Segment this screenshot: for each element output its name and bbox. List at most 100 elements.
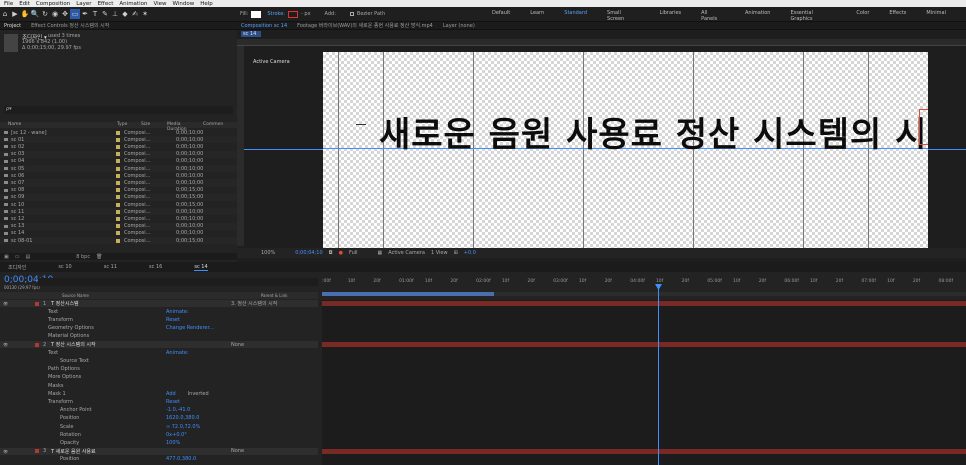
property-value[interactable]: Animate: [166,309,189,315]
property-value[interactable]: Change Renderer... [166,325,214,331]
view-dropdown[interactable]: 1 View [431,250,448,256]
list-item[interactable]: sc 02 Composi... 0;00;10;00 [0,143,237,150]
list-item[interactable]: sc 08-01 Composi... 0;00;15;00 [0,237,237,245]
property-name[interactable]: Text [48,309,166,315]
label-swatch[interactable] [116,152,120,157]
menu-item-layer[interactable]: Layer [76,1,91,7]
parent-dropdown[interactable]: None [231,342,244,348]
menu-item-window[interactable]: Window [173,1,195,7]
type-tool-icon[interactable]: T [90,9,100,19]
pan-tool-icon[interactable]: ✥ [60,9,70,19]
list-item[interactable]: [sc 12 - wane] Composi... 0;00;10;00 [0,129,237,136]
menu-item-help[interactable]: Help [200,1,213,7]
property-name[interactable]: More Options [48,374,166,380]
property-name[interactable]: Masks [48,383,166,389]
tab-effect-controls[interactable]: Effect Controls 정산 시스템의 시작 [31,22,109,29]
list-item[interactable]: sc 12 Composi... 0;00;10;00 [0,215,237,222]
workspace-default[interactable]: Default [492,10,510,22]
label-swatch[interactable] [116,224,120,229]
property-row[interactable]: Text Animate: [0,308,318,315]
menu-item-file[interactable]: File [4,1,13,7]
new-folder-icon[interactable]: ▭ [15,254,20,260]
property-value[interactable]: Add [166,391,176,397]
visibility-icon[interactable]: 👁 [3,449,11,454]
snapshot-icon[interactable]: ◘ [329,250,333,256]
label-swatch[interactable] [116,188,120,193]
label-swatch[interactable] [116,144,120,149]
property-name[interactable]: Text [48,350,166,356]
project-col-2[interactable]: Size [141,122,163,128]
layer-bar[interactable] [322,301,966,306]
label-swatch[interactable] [116,231,120,236]
workspace-effects[interactable]: Effects [889,10,906,22]
label-swatch[interactable] [116,173,120,178]
property-value[interactable]: 1620.0,380.0 [166,415,199,421]
label-swatch[interactable] [116,180,120,185]
workspace-libraries[interactable]: Libraries [660,10,682,22]
parent-dropdown[interactable]: None [231,448,244,454]
property-row[interactable]: Scale ∞ 72.0,72.0% [0,423,318,430]
property-row[interactable]: Position 477.0,380.0 [0,456,318,463]
property-row[interactable]: Transform Reset [0,398,318,405]
label-swatch[interactable] [116,166,120,171]
layer-name[interactable]: T 새로운 음원 사용료 [51,448,231,455]
property-value[interactable]: ∞ 72.0,72.0% [166,424,200,430]
property-name[interactable]: Source Text [60,358,166,364]
layer-row[interactable]: 👁 2 T 정산 시스템의 시작 None [0,341,318,349]
time-ruler[interactable]: :00f 10f 20f 01:00f 10f 20f 02:00f 10f 20f 03:00f… [322,279,966,291]
label-swatch[interactable] [116,209,120,214]
camera-tool-icon[interactable]: ◉ [50,9,60,19]
property-row[interactable]: Path Options [0,366,318,373]
comp-canvas[interactable]: 새로운 음원 사용료 정산 시스템의 시작 [323,52,928,248]
tab-footage[interactable]: Footage 버라이브(WAV)의 새로운 종현 사용료 정산 방식.mp4 [297,22,433,29]
timeline-tracks[interactable] [322,300,966,465]
project-col-4[interactable]: Commen [203,122,223,128]
property-row[interactable]: Source Text [0,357,318,364]
layer-name[interactable]: T 정산시스템 [51,300,231,307]
property-name[interactable]: Opacity [60,440,166,446]
label-swatch[interactable] [116,202,120,207]
layer-row[interactable]: 👁 3 T 새로운 음원 사용료 None [0,447,318,455]
property-name[interactable]: Position [60,456,166,462]
list-item[interactable]: sc 09 Composi... 0;00;15;00 [0,193,237,201]
menu-item-effect[interactable]: Effect [98,1,114,7]
label-swatch[interactable] [116,159,120,164]
list-item[interactable]: sc 07 Composi... 0;00;10;00 [0,179,237,187]
property-name[interactable]: Geometry Options [48,325,166,331]
layer-bar[interactable] [322,342,966,347]
label-swatch[interactable] [116,238,120,243]
label-swatch[interactable] [35,342,39,347]
brush-tool-icon[interactable]: ✎ [100,9,110,19]
layer-row[interactable]: 👁 1 T 정산시스템 3. 정산 시스템의 시작 [0,300,318,308]
workspace-essential-graphics[interactable]: Essential Graphics [790,10,836,22]
layer-bar[interactable] [322,448,966,454]
workspace-learn[interactable]: Learn [530,10,544,22]
list-item[interactable]: sc 06 Composi... 0;00;10;00 [0,172,237,179]
roto-tool-icon[interactable]: ✍ [130,9,140,19]
region-icon[interactable]: ▦ [378,250,383,256]
property-extra[interactable]: Inverted [188,391,209,397]
rotate-tool-icon[interactable]: ↻ [40,9,50,19]
parent-dropdown[interactable]: 3. 정산 시스템의 시작 [231,300,277,307]
delete-icon[interactable]: 🗑 [96,254,102,260]
workspace-all-panels[interactable]: All Panels [701,10,725,22]
timeline-search-input[interactable] [38,278,318,286]
work-area-bar[interactable] [322,292,494,296]
property-value[interactable]: Reset [166,399,180,405]
list-item[interactable]: sc 08 Composi... 0;00;15;00 [0,187,237,194]
list-item[interactable]: sc 10 Composi... 0;00;15;00 [0,201,237,208]
project-col-3[interactable]: Media Duration [167,122,199,132]
property-row[interactable]: Anchor Point -1.0,-41.0 [0,407,318,414]
workspace-minimal[interactable]: Minimal [926,10,946,22]
exposure-value[interactable]: +0.0 [464,250,476,256]
zoom-dropdown[interactable]: 100% [261,250,275,256]
timeline-tab-조디자인[interactable]: 조디자인 [8,264,26,271]
stroke-swatch[interactable] [288,10,298,18]
list-item[interactable]: sc 14 Composi... 0;00;10;00 [0,230,237,237]
selection-tool-icon[interactable]: ▶ [10,9,20,19]
stamp-tool-icon[interactable]: ⊥ [110,9,120,19]
list-item[interactable]: sc 04 Composi... 0;00;10;00 [0,158,237,165]
pen-tool-icon[interactable]: ✒ [80,9,90,19]
label-swatch[interactable] [116,130,120,135]
property-name[interactable]: Rotation [60,432,166,438]
